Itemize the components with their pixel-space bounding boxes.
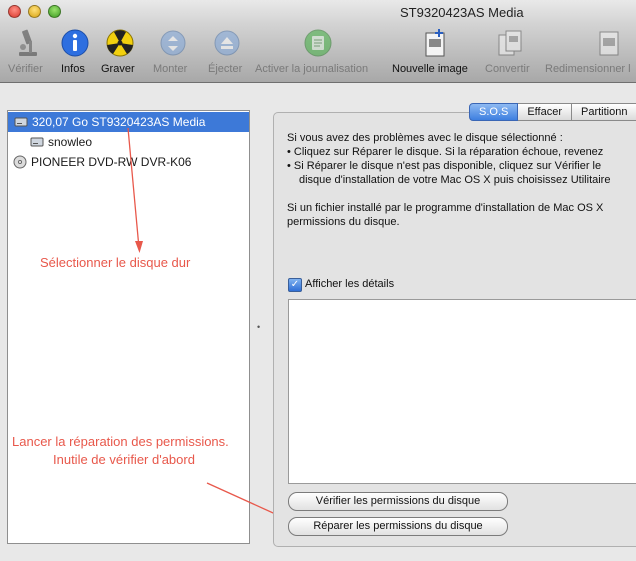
verify-permissions-button[interactable]: Vérifier les permissions du disque (288, 492, 508, 511)
first-aid-bullet-1: • Cliquez sur Réparer le disque. Si la r… (287, 146, 604, 158)
show-details-checkbox[interactable]: ✓ (288, 278, 302, 292)
first-aid-bullet-2: • Si Réparer le disque n'est pas disponi… (287, 160, 602, 172)
annotation-no-verify: Inutile de vérifier d'abord (53, 452, 195, 467)
permissions-text-2: permissions du disque. (287, 216, 400, 228)
annotation-select-disk: Sélectionner le disque dur (40, 255, 191, 270)
annotation-launch-repair: Lancer la réparation des permissions. (12, 434, 229, 449)
arrow-to-disk-head (135, 241, 143, 253)
repair-permissions-button[interactable]: Réparer les permissions du disque (288, 517, 508, 536)
show-details-label: Afficher les détails (305, 278, 395, 290)
first-aid-intro: Si vous avez des problèmes avec le disqu… (287, 132, 563, 144)
arrow-to-disk-line (127, 127, 140, 249)
details-log[interactable] (288, 299, 636, 484)
split-view-handle[interactable]: • (257, 322, 260, 332)
permissions-text-1: Si un fichier installé par le programme … (287, 202, 604, 214)
tab-first-aid[interactable]: S.O.S (469, 103, 519, 121)
tab-bar: S.O.S Effacer Partitionn (469, 103, 636, 121)
first-aid-bullet-2-cont: disque d'installation de votre Mac OS X … (299, 174, 611, 186)
tab-partition[interactable]: Partitionn (572, 103, 636, 121)
tab-erase[interactable]: Effacer (518, 103, 572, 121)
